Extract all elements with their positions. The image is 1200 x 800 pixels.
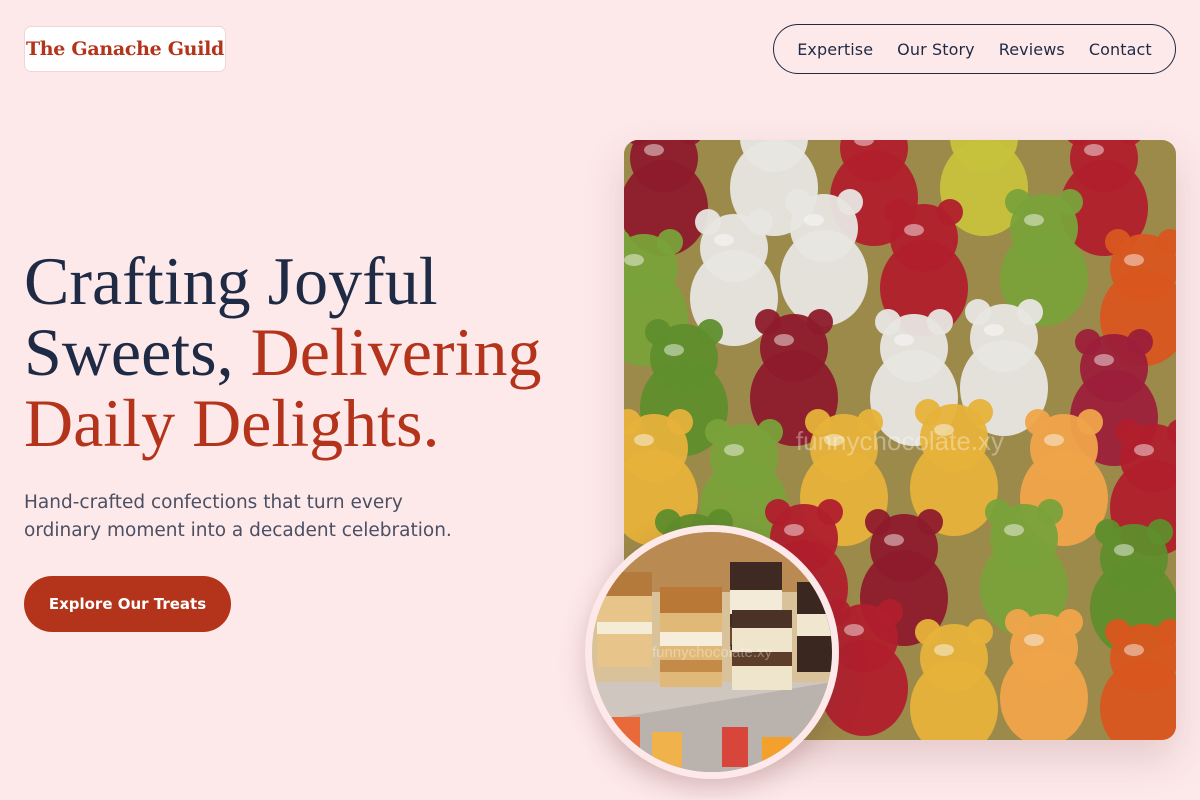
brand-name: The Ganache Guild: [25, 38, 225, 60]
main-nav: Expertise Our Story Reviews Contact: [773, 24, 1176, 74]
nav-item-reviews[interactable]: Reviews: [999, 40, 1065, 59]
hero-subtitle: Hand-crafted confections that turn every…: [24, 492, 452, 541]
nav-item-our-story[interactable]: Our Story: [897, 40, 975, 59]
hero-headline: Crafting Joyful Sweets, Delivering Daily…: [24, 246, 604, 459]
nav-item-expertise[interactable]: Expertise: [797, 40, 873, 59]
pastry-inset-image: funnychocolate.xy: [585, 525, 839, 779]
nav-item-contact[interactable]: Contact: [1089, 40, 1152, 59]
inset-image-watermark: funnychocolate.xy: [652, 644, 773, 661]
gummy-bear: [1100, 619, 1176, 740]
main-image-watermark: funnychocolate.xy: [796, 426, 1004, 456]
gummy-bear: [780, 189, 868, 326]
gummy-bear: [910, 619, 998, 740]
brand-logo[interactable]: The Ganache Guild: [24, 26, 226, 72]
gummy-bear: [1000, 609, 1088, 740]
explore-treats-button[interactable]: Explore Our Treats: [24, 576, 231, 632]
